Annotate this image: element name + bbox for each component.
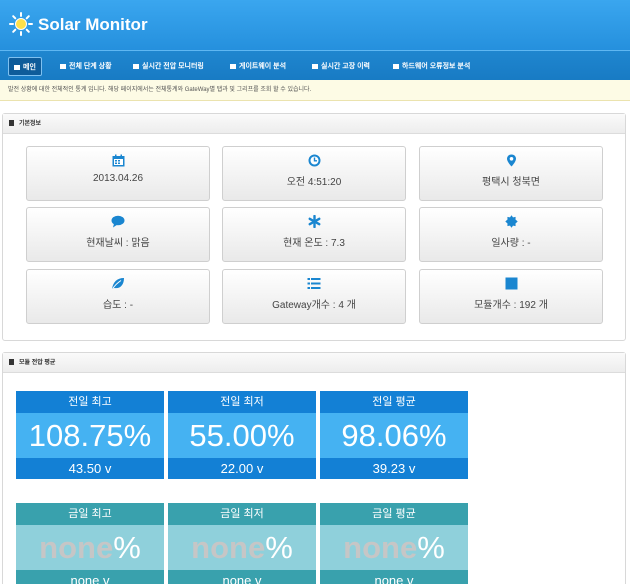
info-temperature-text: 현재 온도 : 7.3 — [283, 238, 345, 249]
stat-volt: none v — [320, 570, 468, 584]
stat-yesterday-max: 전일 최고 108.75% 43.50 v — [16, 391, 164, 479]
stat-yesterday-avg: 전일 평균 98.06% 39.23 v — [320, 391, 468, 479]
nav-item-realtime-voltage[interactable]: 실시간 전압 모니터링 — [128, 57, 209, 76]
info-weather-text: 현재날씨 : 맑음 — [86, 238, 150, 249]
app-header: Solar Monitor — [0, 0, 630, 50]
brand-title[interactable]: Solar Monitor — [38, 15, 148, 35]
stat-today-min: 금일 최저 none% none v — [168, 503, 316, 584]
calendar-icon — [112, 154, 124, 167]
nav-item-overall-status[interactable]: 전체 단계 상황 — [55, 57, 117, 76]
stat-percent: 108.75% — [16, 413, 164, 458]
stat-today-avg: 금일 평균 none% none v — [320, 503, 468, 584]
nav-item-main[interactable]: 메인 — [8, 57, 42, 76]
monitor-icon — [133, 63, 139, 69]
map-marker-icon — [506, 154, 516, 167]
stat-volt: none v — [16, 570, 164, 584]
nav-item-hardware-errors[interactable]: 하드웨어 오류정보 분석 — [388, 57, 475, 76]
nav-item-fault-history[interactable]: 실시간 고장 이력 — [307, 57, 375, 76]
info-humidity: 습도 : - — [26, 269, 210, 324]
stat-percent: none% — [320, 525, 468, 570]
basic-info-panel: 기본정보 2013.04.26 오전 4:51:20 평택시 청북면 현재날씨 … — [2, 113, 626, 341]
stat-volt: 43.50 v — [16, 458, 164, 479]
notice-bar: 발전 상황에 대한 전체적인 통계 입니다. 해당 페이지에서는 전체통계와 G… — [0, 80, 630, 101]
certificate-icon — [504, 215, 518, 228]
bookmark-icon — [9, 120, 14, 127]
home-icon — [14, 64, 20, 70]
stat-volt: 39.23 v — [320, 458, 468, 479]
module-voltage-panel: 모듈 전압 평균 전일 최고 108.75% 43.50 v 전일 최저 55.… — [2, 352, 626, 584]
info-weather: 현재날씨 : 맑음 — [26, 207, 210, 262]
stat-yesterday-min: 전일 최저 55.00% 22.00 v — [168, 391, 316, 479]
chart-icon — [9, 359, 14, 366]
stat-label: 금일 최저 — [168, 503, 316, 525]
stat-label: 금일 평균 — [320, 503, 468, 525]
stat-percent: 98.06% — [320, 413, 468, 458]
leaf-icon — [112, 278, 124, 290]
grid-icon — [60, 63, 66, 69]
stat-label: 전일 평균 — [320, 391, 468, 413]
module-voltage-header: 모듈 전압 평균 — [3, 353, 625, 373]
info-module-count: 모듈개수 : 192 개 — [419, 269, 603, 324]
list-icon — [307, 278, 321, 289]
info-humidity-text: 습도 : - — [102, 300, 134, 311]
info-irradiance: 일사량 : - — [419, 207, 603, 262]
stat-percent: none% — [168, 525, 316, 570]
history-icon — [312, 63, 318, 69]
sun-icon — [9, 12, 33, 36]
info-date-text: 2013.04.26 — [92, 173, 144, 184]
info-time: 오전 4:51:20 — [222, 146, 406, 201]
info-module-count-text: 모듈개수 : 192 개 — [474, 300, 548, 311]
info-temperature: 현재 온도 : 7.3 — [222, 207, 406, 262]
basic-info-header: 기본정보 — [3, 114, 625, 134]
info-location-text: 평택시 청북면 — [482, 177, 540, 188]
stat-label: 전일 최고 — [16, 391, 164, 413]
info-irradiance-text: 일사량 : - — [491, 238, 531, 249]
stat-today-max: 금일 최고 none% none v — [16, 503, 164, 584]
stat-volt: none v — [168, 570, 316, 584]
info-gateway-count-text: Gateway개수 : 4 개 — [272, 300, 356, 311]
gateway-icon — [230, 63, 236, 69]
stat-percent: none% — [16, 525, 164, 570]
info-location: 평택시 청북면 — [419, 146, 603, 201]
stat-volt: 22.00 v — [168, 458, 316, 479]
asterisk-icon — [308, 215, 321, 228]
nav-item-gateway-analysis[interactable]: 게이트웨이 분석 — [225, 57, 291, 76]
chat-icon — [111, 215, 125, 228]
main-nav: 메인 전체 단계 상황 실시간 전압 모니터링 게이트웨이 분석 실시간 고장 … — [0, 50, 630, 80]
info-time-text: 오전 4:51:20 — [286, 177, 342, 188]
stat-label: 전일 최저 — [168, 391, 316, 413]
stop-icon — [505, 277, 517, 290]
hardware-icon — [393, 63, 399, 69]
stat-percent: 55.00% — [168, 413, 316, 458]
info-date: 2013.04.26 — [26, 146, 210, 201]
stat-label: 금일 최고 — [16, 503, 164, 525]
clock-icon — [308, 154, 320, 167]
info-gateway-count: Gateway개수 : 4 개 — [222, 269, 406, 324]
